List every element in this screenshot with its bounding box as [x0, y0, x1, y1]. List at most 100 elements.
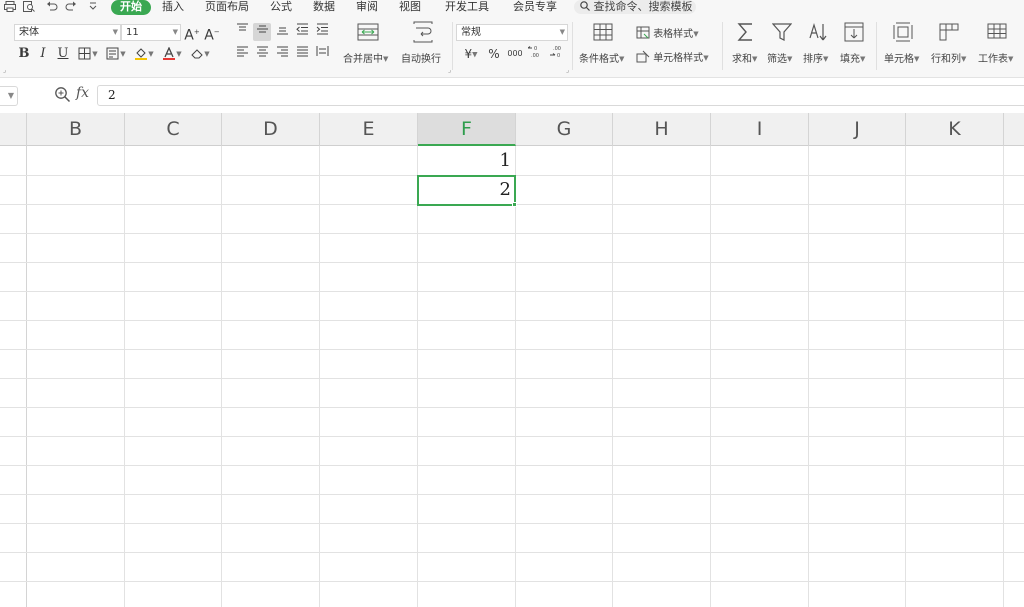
cell-format-button[interactable]: ▼ — [104, 45, 128, 63]
sort-icon[interactable] — [807, 21, 829, 45]
justify-icon — [296, 46, 308, 57]
increase-decimal-icon: 0.00 — [527, 46, 539, 59]
align-middle-button[interactable] — [253, 23, 271, 41]
row-header-corner — [0, 113, 27, 146]
filter-button[interactable]: 筛选▼ — [767, 50, 792, 65]
undo-icon[interactable] — [45, 1, 58, 13]
align-left-button[interactable] — [234, 45, 250, 63]
cell-f1[interactable]: 1 — [418, 147, 515, 175]
tab-data[interactable]: 数据 — [313, 0, 335, 16]
bold-button[interactable]: B — [17, 45, 31, 63]
rows-columns-button[interactable]: 行和列▼ — [931, 50, 966, 65]
outdent-icon — [295, 23, 308, 35]
rows-columns-icon[interactable] — [938, 21, 960, 45]
number-format-select[interactable]: 常规 ▼ — [456, 24, 568, 41]
column-header-e[interactable]: E — [320, 113, 418, 146]
chevron-down-icon: ▼ — [112, 28, 118, 36]
font-name-value: 宋体 — [19, 27, 39, 38]
column-header-b[interactable]: B — [27, 113, 125, 146]
insert-function-button[interactable]: fx — [76, 85, 89, 101]
column-header-g[interactable]: G — [516, 113, 613, 146]
italic-button[interactable]: I — [37, 45, 49, 63]
fill-icon[interactable] — [843, 21, 865, 45]
increase-font-size-icon[interactable]: A+ — [184, 23, 200, 44]
tab-review[interactable]: 审阅 — [356, 0, 378, 16]
align-left-icon — [236, 46, 248, 57]
formula-input[interactable]: 2 — [97, 85, 1024, 106]
zoom-icon[interactable] — [54, 86, 71, 104]
merge-center-button[interactable]: 合并居中▼ — [343, 50, 388, 65]
align-center-button[interactable] — [254, 45, 270, 63]
command-search-box[interactable]: 查找命令、搜索模板 — [574, 0, 696, 14]
justify-button[interactable] — [294, 45, 310, 63]
cell-style-button[interactable]: 单元格样式▼ — [636, 49, 709, 64]
cells-button[interactable]: 单元格▼ — [884, 50, 919, 65]
sort-button[interactable]: 排序▼ — [803, 50, 828, 65]
decrease-indent-button[interactable] — [294, 23, 310, 41]
worksheet-icon[interactable] — [986, 21, 1008, 45]
column-header-d[interactable]: D — [222, 113, 320, 146]
increase-decimal-button[interactable]: 0.00 — [527, 45, 545, 63]
font-color-button[interactable]: ▼ — [160, 45, 184, 63]
align-top-icon — [236, 23, 248, 31]
tab-insert[interactable]: 插入 — [162, 0, 184, 16]
paint-bucket-icon — [135, 47, 148, 60]
font-size-value: 11 — [126, 27, 139, 38]
decrease-font-size-icon[interactable]: A− — [204, 23, 220, 44]
tab-view[interactable]: 视图 — [399, 0, 421, 16]
print-icon[interactable] — [3, 1, 16, 13]
filter-icon[interactable] — [771, 21, 793, 45]
clear-format-button[interactable]: ▼ — [188, 45, 212, 63]
align-top-button[interactable] — [234, 23, 250, 41]
align-middle-icon — [256, 25, 268, 33]
fill-handle[interactable] — [512, 202, 517, 207]
active-cell-selection[interactable] — [417, 175, 516, 206]
underline-button[interactable]: U — [56, 45, 70, 63]
currency-button[interactable]: ¥▼ — [458, 45, 484, 63]
conditional-format-button[interactable]: 条件格式▼ — [579, 50, 624, 65]
column-header-j[interactable]: J — [809, 113, 906, 146]
fill-button[interactable]: 填充▼ — [840, 50, 865, 65]
redo-icon[interactable] — [64, 1, 77, 13]
increase-indent-button[interactable] — [314, 23, 330, 41]
sum-button[interactable]: 求和▼ — [732, 50, 757, 65]
align-bottom-button[interactable] — [274, 23, 290, 41]
fill-color-button[interactable]: ▼ — [132, 45, 156, 63]
column-header-i[interactable]: I — [711, 113, 809, 146]
chevron-down-icon: ▼ — [172, 28, 178, 36]
table-style-button[interactable]: 表格样式▼ — [636, 25, 699, 40]
column-header-k[interactable]: K — [906, 113, 1004, 146]
cells-icon[interactable] — [892, 21, 914, 45]
tab-member[interactable]: 会员专享 — [513, 0, 557, 16]
menu-bar: 开始 插入 页面布局 公式 数据 审阅 视图 开发工具 会员专享 查找命令、搜索… — [0, 0, 1024, 16]
font-size-select[interactable]: 11 ▼ — [121, 24, 181, 41]
tab-formulas[interactable]: 公式 — [270, 0, 292, 16]
tab-page-layout[interactable]: 页面布局 — [205, 0, 249, 16]
percent-button[interactable]: % — [487, 45, 501, 63]
wrap-text-icon[interactable] — [412, 21, 434, 45]
tab-home[interactable]: 开始 — [111, 0, 151, 15]
name-box-dropdown[interactable]: ▼ — [0, 86, 18, 106]
customize-toolbar-icon[interactable] — [86, 1, 99, 13]
wrap-text-button[interactable]: 自动换行 — [401, 50, 441, 65]
column-header-f[interactable]: F — [418, 113, 516, 146]
conditional-format-icon[interactable] — [592, 21, 614, 45]
print-preview-icon[interactable] — [22, 1, 35, 13]
search-label: 查找命令、搜索模板 — [593, 0, 693, 13]
column-header-l[interactable] — [1004, 113, 1024, 146]
worksheet-button[interactable]: 工作表▼ — [978, 50, 1013, 65]
align-right-icon — [276, 46, 288, 57]
merge-center-icon[interactable] — [357, 21, 379, 45]
distributed-align-button[interactable] — [314, 45, 330, 63]
column-header-c[interactable]: C — [125, 113, 222, 146]
decrease-decimal-button[interactable]: .00 0 — [548, 45, 566, 63]
font-name-select[interactable]: 宋体 ▼ — [14, 24, 121, 41]
align-bottom-icon — [276, 27, 288, 35]
format-cells-icon — [106, 47, 119, 59]
align-right-button[interactable] — [274, 45, 290, 63]
sum-icon[interactable] — [736, 21, 756, 45]
column-header-h[interactable]: H — [613, 113, 711, 146]
border-button[interactable]: ▼ — [76, 45, 100, 63]
thousands-separator-button[interactable]: 000 — [506, 45, 524, 63]
tab-developer[interactable]: 开发工具 — [445, 0, 489, 16]
